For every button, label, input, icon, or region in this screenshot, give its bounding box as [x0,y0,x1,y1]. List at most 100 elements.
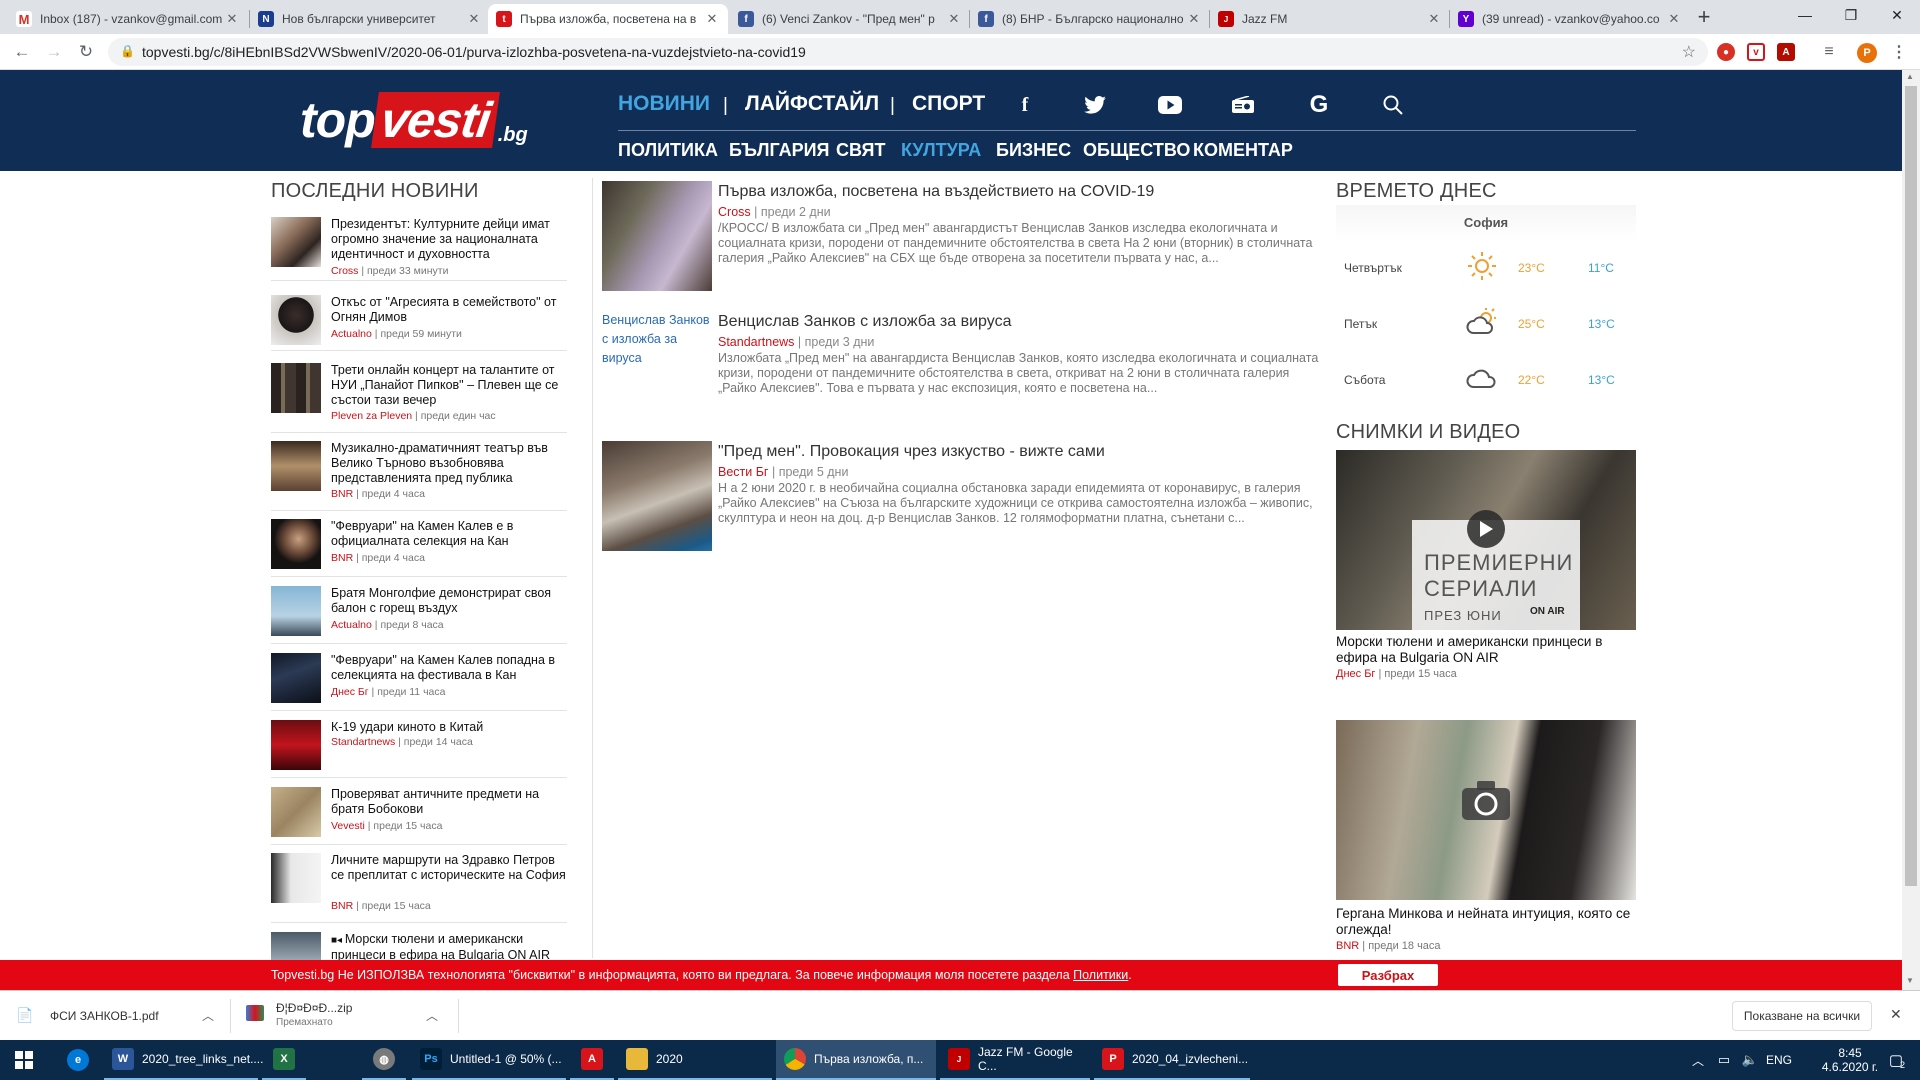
news-headline[interactable]: Трети онлайн концерт на талантите от НУИ… [331,363,567,408]
close-icon[interactable]: ✕ [1666,11,1682,27]
page-scrollbar[interactable]: ▲ ▼ [1902,70,1920,990]
list-item[interactable]: "Февруари" на Камен Калев е в официалнат… [271,519,567,577]
scrollbar-thumb[interactable] [1905,86,1917,886]
taskbar-app[interactable]: ◍ [362,1040,406,1080]
back-icon[interactable]: ← [10,40,34,64]
news-thumbnail[interactable] [271,853,321,903]
extension-acrobat-icon[interactable]: A [1777,43,1795,61]
subnav-bulgaria[interactable]: БЪЛГАРИЯ [729,140,830,161]
tab-jazzfm[interactable]: J Jazz FM ✕ [1210,4,1450,34]
story-source[interactable]: Cross [718,205,751,219]
close-icon[interactable]: ✕ [1426,11,1442,27]
list-item[interactable]: Президентът: Културните дейци имат огром… [271,217,567,281]
nav-novini[interactable]: НОВИНИ [618,92,710,116]
close-window-icon[interactable]: ✕ [1874,0,1920,30]
news-headline[interactable]: Президентът: Културните дейци имат огром… [331,217,567,262]
close-download-bar-icon[interactable]: ✕ [1890,1006,1902,1023]
news-thumbnail[interactable] [271,932,321,960]
extension-pocket-icon[interactable]: v [1747,43,1765,61]
close-icon[interactable]: ✕ [946,11,962,27]
scroll-up-icon[interactable]: ▲ [1906,72,1914,81]
profile-avatar[interactable]: P [1857,43,1877,63]
news-headline[interactable]: Музикално-драматичният театър във Велико… [331,441,567,486]
close-icon[interactable]: ✕ [466,11,482,27]
youtube-icon[interactable] [1157,92,1183,118]
media-caption[interactable]: Морски тюлени и американски принцеси в е… [1336,634,1636,666]
news-source[interactable]: Actualno [331,619,372,631]
download-item[interactable]: 📄 ФСИ ЗАНКОВ-1.pdf ︿ [16,999,216,1033]
close-icon[interactable]: ✕ [1186,11,1202,27]
subnav-politika[interactable]: ПОЛИТИКА [618,140,718,161]
taskbar-app[interactable]: A [570,1040,614,1080]
media-item[interactable]: ПРЕМИЕРНИ СЕРИАЛИ ПРЕЗ ЮНИ ON AIR Морски… [1336,450,1636,680]
play-icon[interactable] [1467,510,1505,548]
story-source[interactable]: Standartnews [718,335,794,349]
list-item[interactable]: ■◂ Морски тюлени и американски принцеси … [271,932,567,962]
news-source[interactable]: Cross [331,265,358,277]
news-headline[interactable]: Откъс от "Агресията в семейството" от Ог… [331,295,567,325]
download-item[interactable]: Ð¦Ð¤Ð¤Ð...zip Премахнато ︿ [246,999,456,1033]
story-card[interactable]: "Пред мен". Провокация чрез изкуство - в… [602,441,1324,553]
news-source[interactable]: Standartnews [331,736,395,748]
taskbar-app[interactable]: W 2020_tree_links_net.... [104,1040,263,1080]
media-source[interactable]: BNR [1336,940,1359,952]
photo-thumbnail[interactable] [1336,720,1636,900]
media-source[interactable]: Днес Бг [1336,668,1375,680]
nav-lifestyle[interactable]: ЛАЙФСТАЙЛ [745,92,879,116]
chevron-up-icon[interactable]: ︿ [426,1007,438,1024]
taskbar-app[interactable]: J Jazz FM - Google C... [940,1040,1090,1080]
news-headline[interactable]: Личните маршрути на Здравко Петров се пр… [331,853,567,883]
subnav-biznes[interactable]: БИЗНЕС [996,140,1071,161]
news-source[interactable]: Pleven za Pleven [331,410,412,422]
reload-icon[interactable]: ↻ [74,40,98,64]
story-card[interactable]: Първа изложба, посветена на въздействиет… [602,181,1324,293]
news-source[interactable]: Actualno [331,328,372,340]
news-headline[interactable]: "Февруари" на Камен Калев попадна в селе… [331,653,567,683]
list-item[interactable]: Трети онлайн концерт на талантите от НУИ… [271,363,567,433]
network-icon[interactable]: ▭ [1712,1040,1736,1080]
extension-adblock-icon[interactable]: ● [1717,43,1735,61]
close-icon[interactable]: ✕ [704,11,720,27]
news-thumbnail[interactable] [271,441,321,491]
story-image[interactable] [602,181,712,291]
tab-facebook-bnr[interactable]: f (8) БНР - Българско национално ✕ [970,4,1210,34]
subnav-svyat[interactable]: СВЯТ [836,140,885,161]
story-source[interactable]: Вести Бг [718,465,768,479]
scroll-down-icon[interactable]: ▼ [1906,976,1914,985]
subnav-komentar[interactable]: КОМЕНТАР [1193,140,1293,161]
site-logo[interactable]: top vesti .bg [300,88,528,148]
new-tab-button[interactable]: + [1692,4,1716,29]
reading-list-icon[interactable]: ≡ [1820,43,1838,61]
cookie-policy-link[interactable]: Политики [1073,968,1128,982]
story-title[interactable]: "Пред мен". Провокация чрез изкуство - в… [718,443,1105,461]
tab-gmail[interactable]: M Inbox (187) - vzankov@gmail.com ✕ [8,4,248,34]
taskbar-app-chrome-active[interactable]: Първа изложба, п... [776,1040,936,1080]
restore-icon[interactable]: ❐ [1828,0,1874,30]
news-source[interactable]: BNR [331,552,353,564]
news-thumbnail[interactable] [271,363,321,413]
news-source[interactable]: Днес Бг [331,686,369,698]
facebook-icon[interactable]: f [1012,92,1038,118]
news-source[interactable]: Vevesti [331,820,365,832]
google-icon[interactable]: G [1306,91,1332,118]
edge-button[interactable]: e [56,1040,100,1080]
news-thumbnail[interactable] [271,217,321,267]
radio-icon[interactable] [1230,92,1256,118]
tray-chevron-icon[interactable]: ︿ [1688,1040,1708,1080]
news-thumbnail[interactable] [271,519,321,569]
news-headline[interactable]: К-19 удари киното в Китай [331,720,567,735]
news-headline-text[interactable]: Морски тюлени и американски принцеси в е… [331,932,550,962]
media-item[interactable]: Гергана Минкова и нейната интуиция, коят… [1336,720,1636,955]
tab-nbu[interactable]: N Нов български университет ✕ [250,4,490,34]
tab-topvesti[interactable]: t Първа изложба, посветена на в ✕ [488,4,728,34]
taskbar-app[interactable]: X [262,1040,306,1080]
language-indicator[interactable]: ENG [1762,1040,1796,1080]
start-button[interactable] [0,1040,48,1080]
list-item[interactable]: К-19 удари киното в Китай Standartnews |… [271,720,567,778]
taskbar-app[interactable]: Ps Untitled-1 @ 50% (... [412,1040,566,1080]
story-title[interactable]: Първа изложба, посветена на въздействиет… [718,183,1154,201]
news-thumbnail[interactable] [271,586,321,636]
menu-kebab-icon[interactable]: ⋮ [1890,43,1908,61]
show-all-downloads-button[interactable]: Показване на всички [1732,1001,1872,1031]
news-thumbnail[interactable] [271,787,321,837]
